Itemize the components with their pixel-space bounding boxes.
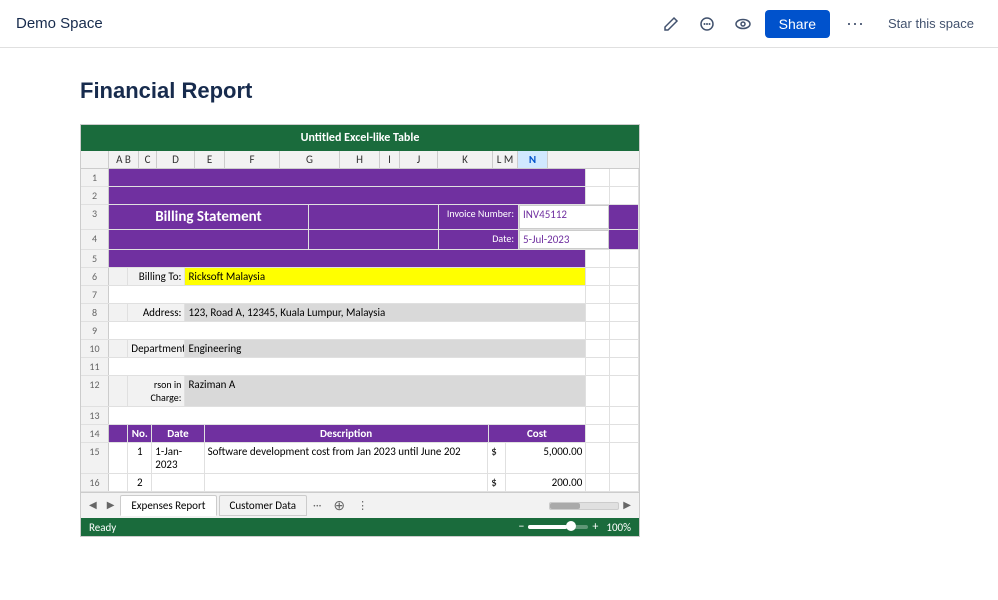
col-lm: L M <box>493 151 518 168</box>
eye-icon <box>735 16 751 32</box>
table-row: 9 <box>81 322 639 340</box>
col-k: K <box>438 151 493 168</box>
zoom-slider-fill <box>528 525 567 529</box>
row1-desc: Software development cost from Jan 2023 … <box>205 443 489 473</box>
col-h: H <box>340 151 380 168</box>
tab-customer-data[interactable]: Customer Data <box>219 495 308 516</box>
col-j: J <box>400 151 438 168</box>
tab-bar: ◀ ▶ Expenses Report Customer Data ··· ⊕ … <box>81 492 639 518</box>
row-num-header <box>81 151 109 168</box>
page-content: Financial Report Untitled Excel-like Tab… <box>0 48 998 567</box>
col-n: N <box>518 151 548 168</box>
table-row: 12 rson in Charge: Raziman A <box>81 376 639 407</box>
table-row: 13 <box>81 407 639 425</box>
table-row: 16 2 $ 200.00 <box>81 474 639 492</box>
tab-next-button[interactable]: ▶ <box>103 498 119 513</box>
row1-date: 1-Jan-2023 <box>152 443 204 473</box>
row1-cost: 5,000.00 <box>506 443 587 473</box>
table-row: 3 Billing Statement Invoice Number: INV4… <box>81 205 639 230</box>
row1-no: 1 <box>128 443 152 473</box>
col-cost-header: Cost <box>489 425 587 442</box>
address-label: Address: <box>128 304 185 321</box>
table-row: 2 <box>81 187 639 205</box>
edit-icon-btn[interactable] <box>657 10 685 38</box>
more-options-button[interactable]: ··· <box>838 9 872 38</box>
row2-no: 2 <box>128 474 152 491</box>
table-row: 4 Date: 5-Jul-2023 <box>81 230 639 250</box>
col-date-header: Date <box>152 425 204 442</box>
row2-cost: 200.00 <box>506 474 587 491</box>
excel-embed: Untitled Excel-like Table A B C D E F G … <box>80 124 640 537</box>
zoom-out-button[interactable]: − <box>518 520 524 534</box>
h-scroll-area: ▶ <box>370 498 635 513</box>
billing-to-value: Ricksoft Malaysia <box>185 268 586 285</box>
h-scrollbar-thumb <box>550 503 580 509</box>
table-row: 7 <box>81 286 639 304</box>
tab-more: ··· <box>309 497 325 514</box>
invoice-label: Invoice Number: <box>439 205 519 229</box>
zoom-in-button[interactable]: + <box>592 520 598 534</box>
view-icon-btn[interactable] <box>729 10 757 38</box>
date-value: 5-Jul-2023 <box>519 230 609 249</box>
scroll-right-button[interactable]: ▶ <box>619 498 635 513</box>
star-space-button[interactable]: Star this space <box>880 10 982 37</box>
spreadsheet-body: 1 2 3 Billing Statement Invoice Number: … <box>81 169 639 492</box>
person-label: rson in Charge: <box>128 376 185 406</box>
comment-icon <box>699 16 715 32</box>
space-title: Demo Space <box>16 15 657 32</box>
col-c: C <box>139 151 157 168</box>
table-row: 11 <box>81 358 639 376</box>
comment-icon-btn[interactable] <box>693 10 721 38</box>
col-headers: A B C D E F G H I J K L M N <box>81 151 639 169</box>
date-label: Date: <box>439 230 519 249</box>
invoice-value: INV45112 <box>519 205 609 229</box>
edit-icon <box>663 16 679 32</box>
h-scrollbar[interactable] <box>549 502 619 510</box>
table-row: 10 Department: Engineering <box>81 340 639 358</box>
col-ab: A B <box>109 151 139 168</box>
share-button[interactable]: Share <box>765 10 830 38</box>
tab-add-button[interactable]: ⊕ <box>327 495 351 516</box>
zoom-thumb <box>566 521 576 531</box>
address-value: 123, Road A, 12345, Kuala Lumpur, Malays… <box>185 304 586 321</box>
zoom-level: 100% <box>606 521 631 534</box>
table-row: 8 Address: 123, Road A, 12345, Kuala Lum… <box>81 304 639 322</box>
department-value: Engineering <box>185 340 586 357</box>
zoom-controls: − + 100% <box>518 520 631 534</box>
col-no-header: No. <box>128 425 152 442</box>
status-bar: Ready − + 100% <box>81 518 639 536</box>
tab-expenses-report[interactable]: Expenses Report <box>120 495 216 516</box>
page-title: Financial Report <box>80 78 918 104</box>
table-row: 15 1 1-Jan-2023 Software development cos… <box>81 443 639 474</box>
table-row: 14 No. Date Description Cost <box>81 425 639 443</box>
person-value: Raziman A <box>185 376 586 406</box>
table-row: 6 Billing To: Ricksoft Malaysia <box>81 268 639 286</box>
topbar: Demo Space Share ··· Star this space <box>0 0 998 48</box>
tab-separator: ⋮ <box>357 499 368 512</box>
col-desc-header: Description <box>205 425 489 442</box>
billing-to-label: Billing To: <box>128 268 185 285</box>
table-row: 5 <box>81 250 639 268</box>
excel-title: Untitled Excel-like Table <box>81 125 639 151</box>
col-e: E <box>195 151 225 168</box>
topbar-actions: Share ··· Star this space <box>657 9 982 38</box>
table-row: 1 <box>81 169 639 187</box>
zoom-slider[interactable] <box>528 525 588 529</box>
billing-statement-title: Billing Statement <box>109 205 309 229</box>
col-g: G <box>280 151 340 168</box>
col-d: D <box>157 151 195 168</box>
department-label: Department: <box>128 340 185 357</box>
col-f: F <box>225 151 280 168</box>
tab-prev-button[interactable]: ◀ <box>85 498 101 513</box>
col-i: I <box>380 151 400 168</box>
status-text: Ready <box>89 521 116 534</box>
